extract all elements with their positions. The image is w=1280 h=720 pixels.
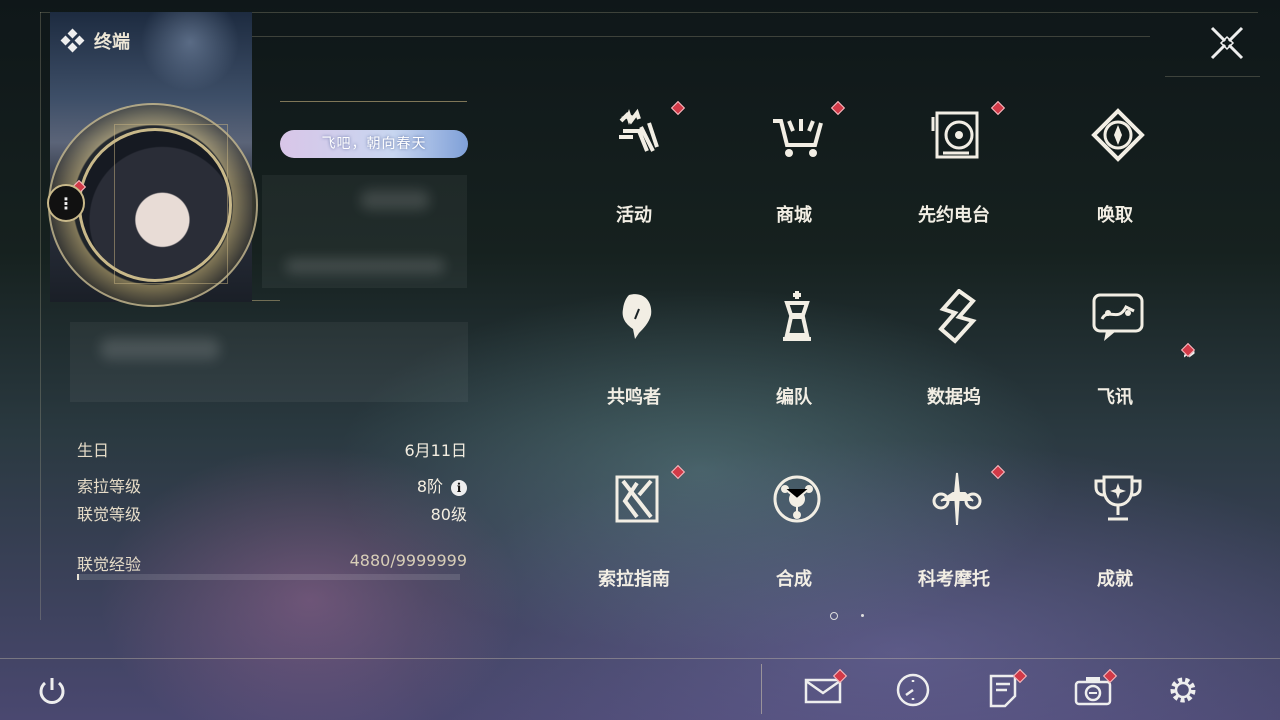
menu-item-label: 唤取 (1097, 205, 1133, 226)
menu-item-badge (670, 100, 686, 116)
menu-item-badge (670, 464, 686, 480)
menu-item-badge (990, 464, 1006, 480)
menu-item-resonator[interactable]: 共鸣者 (559, 279, 709, 429)
menu-item-label: 索拉指南 (598, 569, 670, 590)
menu-item-label: 成就 (1097, 569, 1133, 590)
player-id-blurred (285, 258, 445, 274)
union-level-label: 联觉等级 (77, 505, 142, 524)
bottom-bar-line (0, 658, 1280, 659)
menu-item-label: 编队 (776, 387, 812, 408)
sola-level-row: 8阶 i (417, 473, 467, 497)
menu-item-guide[interactable]: 索拉指南 (559, 461, 709, 611)
profile-more-button[interactable]: ⋮ (47, 184, 85, 222)
name-divider (280, 101, 467, 102)
birthday-label: 生日 (77, 441, 110, 460)
menu-item-team[interactable]: 编队 (719, 279, 869, 429)
page-title: 终端 (60, 28, 130, 54)
data-bank-icon (938, 289, 977, 344)
union-level-value: 80级 (430, 505, 467, 524)
menu-item-label: 共鸣者 (607, 387, 661, 408)
menu-item-label: 合成 (776, 569, 812, 590)
motorcycle-icon (932, 472, 982, 526)
menu-item-label: 活动 (616, 205, 652, 226)
birthday-value: 6月11日 (404, 441, 467, 460)
menu-item-shop-cart[interactable]: 商城 (719, 97, 869, 247)
signature-blurred (100, 338, 220, 360)
guide-icon (615, 475, 659, 523)
menu-item-label: 飞讯 (1097, 387, 1133, 408)
menu-item-trophy[interactable]: 成就 (1040, 461, 1190, 611)
menu-item-data-bank[interactable]: 数据坞 (879, 279, 1029, 429)
frame-left-line (40, 12, 41, 620)
page-title-text: 终端 (94, 32, 130, 53)
camera-button[interactable] (1073, 668, 1118, 708)
profile-title-tag[interactable]: 飞吧，朝向春天 (280, 130, 468, 158)
terminal-icon (60, 28, 85, 53)
power-icon[interactable] (36, 675, 68, 707)
shop-cart-icon (773, 119, 823, 157)
avatar-border (114, 124, 228, 284)
trophy-icon (1094, 475, 1142, 521)
menu-item-chat[interactable]: 飞讯 (1040, 279, 1190, 429)
settings-icon (1170, 677, 1196, 703)
menu-item-motorcycle[interactable]: 科考摩托 (879, 461, 1029, 611)
resonator-icon (622, 294, 652, 339)
union-exp-bar (77, 574, 460, 580)
menu-item-radio[interactable]: 先约电台 (879, 97, 1029, 247)
team-icon (783, 291, 811, 341)
mail-button[interactable] (803, 668, 848, 708)
signature-box[interactable] (70, 322, 468, 402)
menu-item-label: 科考摩托 (918, 569, 990, 590)
radio-icon (931, 111, 979, 159)
convene-icon (1091, 108, 1145, 162)
frame-right-line (1165, 76, 1260, 77)
settings-button[interactable] (1163, 672, 1203, 708)
player-name-blurred (360, 190, 430, 210)
menu-item-label: 商城 (776, 205, 812, 226)
menu-item-badge (990, 100, 1006, 116)
menu-item-label: 先约电台 (918, 205, 990, 226)
menu-item-event[interactable]: 活动 (559, 97, 709, 247)
union-exp-fill (77, 574, 79, 580)
clock-icon (896, 673, 930, 707)
union-exp-label: 联觉经验 (77, 555, 142, 574)
menu-item-badge (830, 100, 846, 116)
clock-button[interactable] (893, 672, 933, 708)
sola-level-label: 索拉等级 (77, 477, 142, 496)
menu-item-synthesis[interactable]: 合成 (719, 461, 869, 611)
info-icon[interactable]: i (451, 480, 467, 496)
menu-item-convene[interactable]: 唤取 (1040, 97, 1190, 247)
notes-button[interactable] (983, 668, 1028, 708)
synthesis-icon (773, 475, 821, 523)
pager-dot-active[interactable] (830, 612, 838, 620)
menu-item-label: 数据坞 (927, 387, 981, 408)
bottom-separator (761, 664, 762, 714)
frame-inner-line (250, 36, 1150, 37)
sola-level-value: 8阶 (416, 477, 443, 496)
event-icon (619, 108, 659, 152)
chat-icon (1092, 293, 1144, 341)
pager-dot[interactable] (861, 614, 864, 617)
close-icon[interactable] (1210, 26, 1244, 60)
union-exp-value: 4880/9999999 (349, 551, 467, 570)
